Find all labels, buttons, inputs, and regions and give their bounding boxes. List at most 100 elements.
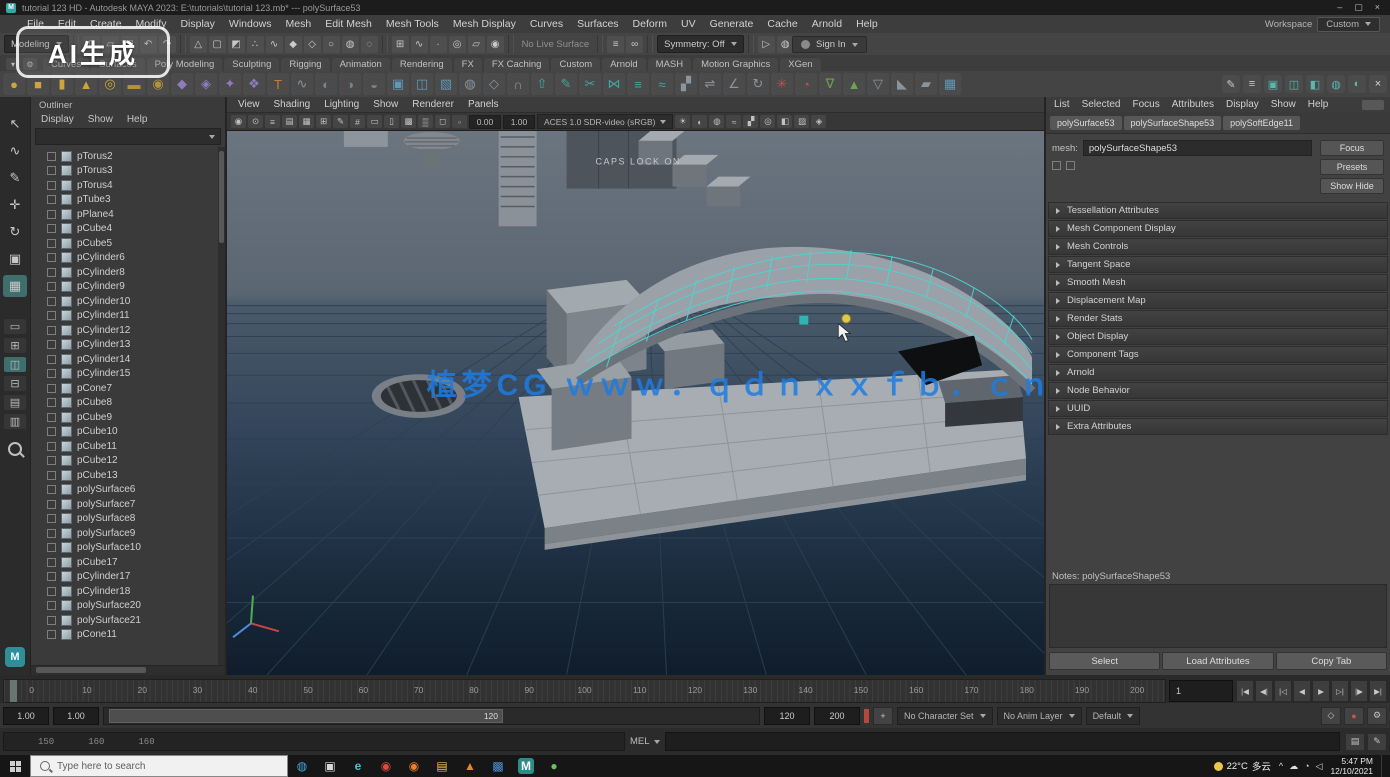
exposure-field[interactable]: 0.00 <box>469 115 501 129</box>
menu-item[interactable]: Edit Mesh <box>318 18 379 30</box>
outliner-item[interactable]: polySurface21 <box>31 613 225 628</box>
scale-tool[interactable]: ▣ <box>3 248 27 270</box>
visibility-checkbox[interactable] <box>47 485 56 494</box>
load-attributes-button[interactable]: Load Attributes <box>1162 652 1273 670</box>
maya-icon[interactable]: M <box>512 755 540 777</box>
visibility-checkbox[interactable] <box>47 529 56 538</box>
step-forward-key-button[interactable]: ▷| <box>1331 680 1349 702</box>
attribute-section-header[interactable]: Mesh Component Display <box>1048 220 1388 237</box>
go-to-start-button[interactable]: |◀ <box>1236 680 1254 702</box>
boolean-intersection-icon[interactable]: ◒ <box>363 73 385 95</box>
visibility-checkbox[interactable] <box>47 152 56 161</box>
snap-curve-icon[interactable]: ∿ <box>411 36 428 53</box>
outliner-item[interactable]: polySurface6 <box>31 483 225 498</box>
outliner-item[interactable]: pCylinder6 <box>31 251 225 266</box>
viewport-menu-item[interactable]: Renderer <box>405 99 461 110</box>
attribute-section-header[interactable]: Displacement Map <box>1048 292 1388 309</box>
outliner-item[interactable]: pCube12 <box>31 454 225 469</box>
outliner-horizontal-scrollbar[interactable] <box>31 665 225 675</box>
toolkit-separate-icon[interactable]: ◧ <box>1306 75 1324 93</box>
bridge-icon[interactable]: ∩ <box>507 73 529 95</box>
minimize-button[interactable]: – <box>1337 2 1342 13</box>
attribute-editor-menu-item[interactable]: Focus <box>1126 99 1165 110</box>
attribute-section-header[interactable]: Extra Attributes <box>1048 418 1388 435</box>
gamma-field[interactable]: 1.00 <box>503 115 535 129</box>
outliner-item[interactable]: pTorus2 <box>31 149 225 164</box>
command-output-field[interactable]: 150160160 <box>3 732 625 751</box>
animation-end-field[interactable]: 200 <box>814 707 860 725</box>
mirror-icon[interactable]: ▞ <box>675 73 697 95</box>
toolkit-boolean-icon[interactable]: ◐ <box>1348 75 1366 93</box>
offset-edge-loop-icon[interactable]: ≈ <box>651 73 673 95</box>
visibility-checkbox[interactable] <box>47 630 56 639</box>
super-ellipse-icon[interactable]: ◈ <box>195 73 217 95</box>
current-frame-field[interactable]: 1 <box>1169 680 1233 702</box>
viewport-menu-item[interactable]: View <box>231 99 267 110</box>
grid-toggle-icon[interactable]: # <box>350 115 365 128</box>
shadows-icon[interactable]: ◐ <box>692 115 707 128</box>
isolate-select-icon[interactable]: ◧ <box>777 115 792 128</box>
shelf-tab[interactable]: Rendering <box>392 58 452 71</box>
pin-icon[interactable] <box>1362 100 1384 110</box>
close-button[interactable]: × <box>1375 2 1380 13</box>
2d-pan-zoom-icon[interactable]: ⊞ <box>316 115 331 128</box>
command-history-icon[interactable]: ▤ <box>1345 733 1365 751</box>
crease-icon[interactable]: ∠ <box>723 73 745 95</box>
visibility-checkbox[interactable] <box>47 355 56 364</box>
outliner-vertical-scrollbar[interactable] <box>218 147 225 665</box>
outliner-menu-item[interactable]: Show <box>88 114 113 125</box>
visibility-checkbox[interactable] <box>47 616 56 625</box>
outliner-item[interactable]: pCylinder15 <box>31 367 225 382</box>
manipulator-handle[interactable] <box>799 316 808 325</box>
mask-dynamics-icon[interactable]: ○ <box>323 36 340 53</box>
task-view-icon[interactable]: ▣ <box>316 755 344 777</box>
attribute-editor-menu-item[interactable]: Show <box>1265 99 1302 110</box>
presets-button[interactable]: Presets <box>1320 159 1384 175</box>
outliner-filter-input[interactable] <box>35 128 221 145</box>
visibility-checkbox[interactable] <box>47 500 56 509</box>
ultra-shape-icon[interactable]: ❖ <box>243 73 265 95</box>
mel-input-field[interactable] <box>665 732 1340 751</box>
attribute-section-header[interactable]: Mesh Controls <box>1048 238 1388 255</box>
step-back-frame-button[interactable]: ◀| <box>1255 680 1273 702</box>
grease-pencil-icon[interactable]: ✎ <box>333 115 348 128</box>
outliner-menu-item[interactable]: Display <box>41 114 74 125</box>
magnifier-icon[interactable] <box>8 442 22 456</box>
outliner-item[interactable]: pCube5 <box>31 236 225 251</box>
visibility-checkbox[interactable] <box>47 166 56 175</box>
focus-button[interactable]: Focus <box>1320 140 1384 156</box>
layout-custom[interactable]: ▥ <box>4 414 26 429</box>
outliner-item[interactable]: pCube4 <box>31 222 225 237</box>
lock-camera-icon[interactable]: ⊙ <box>248 115 263 128</box>
menu-item[interactable]: Windows <box>222 18 279 30</box>
tray-caret-icon[interactable]: ^ <box>1279 761 1283 772</box>
field-chart-icon[interactable]: ▒ <box>418 115 433 128</box>
attribute-section-header[interactable]: Object Display <box>1048 328 1388 345</box>
close-icon[interactable]: × <box>1369 75 1387 93</box>
outliner-item[interactable]: pCube8 <box>31 396 225 411</box>
visibility-checkbox[interactable] <box>47 456 56 465</box>
copy-tab-button[interactable]: Copy Tab <box>1276 652 1387 670</box>
clock[interactable]: 5:47 PM 12/10/2021 <box>1330 756 1373 776</box>
symmetrize-icon[interactable]: ⇌ <box>699 73 721 95</box>
visibility-checkbox[interactable] <box>47 398 56 407</box>
target-weld-icon[interactable]: ⋈ <box>603 73 625 95</box>
visibility-checkbox[interactable] <box>47 282 56 291</box>
construction-history-icon[interactable]: ∞ <box>626 36 643 53</box>
outliner-item[interactable]: polySurface7 <box>31 497 225 512</box>
outliner-item[interactable]: pCylinder9 <box>31 280 225 295</box>
snap-projected-center-icon[interactable]: ◎ <box>449 36 466 53</box>
visibility-checkbox[interactable] <box>47 253 56 262</box>
notes-textarea[interactable] <box>1049 584 1387 648</box>
extract-icon[interactable]: ▧ <box>435 73 457 95</box>
chrome-icon[interactable]: ◉ <box>372 755 400 777</box>
snap-point-icon[interactable]: ∙ <box>430 36 447 53</box>
sign-in-dropdown[interactable]: Sign In <box>792 36 867 53</box>
xray-icon[interactable]: ▨ <box>794 115 809 128</box>
select-component-icon[interactable]: ◩ <box>228 36 245 53</box>
menu-item[interactable]: Generate <box>703 18 761 30</box>
start-button[interactable] <box>0 755 30 777</box>
rotate-tool[interactable]: ↻ <box>3 221 27 243</box>
select-camera-icon[interactable]: ◉ <box>231 115 246 128</box>
attribute-section-header[interactable]: Arnold <box>1048 364 1388 381</box>
